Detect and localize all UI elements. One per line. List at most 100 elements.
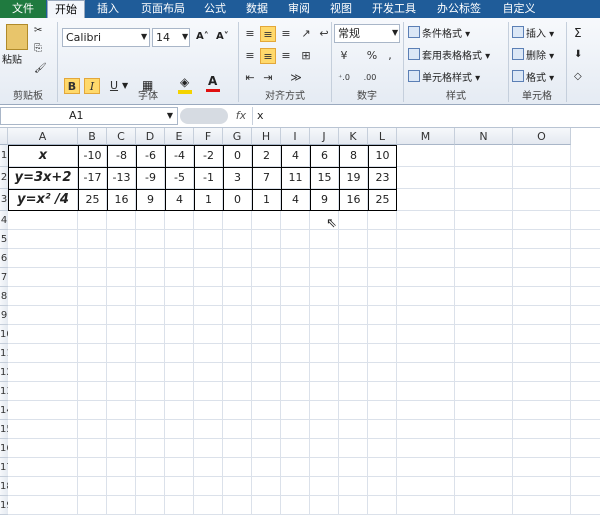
table-cell[interactable]: -5 bbox=[165, 167, 194, 189]
font-color-icon[interactable]: A bbox=[208, 74, 217, 88]
row-header[interactable]: 13 bbox=[0, 382, 8, 401]
row-header[interactable]: 15 bbox=[0, 420, 8, 439]
row-label-cell[interactable]: x bbox=[8, 145, 78, 167]
comma-button[interactable]: , bbox=[382, 48, 398, 64]
column-header[interactable]: N bbox=[455, 128, 513, 145]
table-cell[interactable]: -17 bbox=[78, 167, 107, 189]
chevron-down-icon[interactable]: ▼ bbox=[182, 30, 188, 44]
number-format-select[interactable]: 常规 bbox=[334, 24, 400, 43]
table-cell[interactable]: 0 bbox=[223, 145, 252, 167]
align-right-icon[interactable]: ≡ bbox=[278, 48, 294, 64]
tab-home[interactable]: 开始 bbox=[47, 0, 85, 20]
cut-icon[interactable]: ✂ bbox=[34, 24, 42, 38]
row-header[interactable]: 11 bbox=[0, 344, 8, 363]
currency-icon[interactable]: ¥ bbox=[336, 48, 352, 64]
chevron-down-icon[interactable]: ▼ bbox=[167, 108, 173, 124]
format-cells-button[interactable]: 格式 ▾ bbox=[512, 70, 554, 86]
tab-insert[interactable]: 插入 bbox=[88, 0, 128, 18]
table-cell[interactable]: 4 bbox=[165, 189, 194, 211]
row-header[interactable]: 2 bbox=[0, 167, 8, 189]
tab-file[interactable]: 文件 bbox=[0, 0, 46, 18]
table-cell[interactable]: 1 bbox=[194, 189, 223, 211]
align-center-icon[interactable]: ≡ bbox=[260, 48, 276, 64]
row-header[interactable]: 3 bbox=[0, 189, 8, 211]
tab-review[interactable]: 审阅 bbox=[280, 0, 318, 18]
tab-customize[interactable]: 自定义 bbox=[494, 0, 544, 18]
table-cell[interactable]: -1 bbox=[194, 167, 223, 189]
table-cell[interactable]: -2 bbox=[194, 145, 223, 167]
column-header[interactable]: E bbox=[165, 128, 194, 145]
table-cell[interactable]: 23 bbox=[368, 167, 397, 189]
fill-bucket-icon[interactable]: ◈ bbox=[180, 75, 189, 89]
table-cell[interactable]: 3 bbox=[223, 167, 252, 189]
table-cell[interactable]: -8 bbox=[107, 145, 136, 167]
table-cell[interactable]: 11 bbox=[281, 167, 310, 189]
increase-decimal-icon[interactable]: ⁺.0 bbox=[336, 70, 352, 86]
column-header[interactable]: A bbox=[8, 128, 78, 145]
fill-down-icon[interactable]: ⬇ bbox=[574, 48, 582, 62]
table-cell[interactable]: 16 bbox=[339, 189, 368, 211]
table-cell[interactable]: -10 bbox=[78, 145, 107, 167]
column-header[interactable]: J bbox=[310, 128, 339, 145]
table-cell[interactable]: 10 bbox=[368, 145, 397, 167]
column-header[interactable]: D bbox=[136, 128, 165, 145]
row-header[interactable]: 18 bbox=[0, 477, 8, 496]
name-box[interactable]: A1 ▼ bbox=[0, 107, 178, 125]
column-header[interactable]: H bbox=[252, 128, 281, 145]
merge-center-icon[interactable]: ⊞ bbox=[298, 48, 314, 64]
row-header[interactable]: 1 bbox=[0, 145, 8, 167]
increase-indent-icon[interactable]: ⇥ bbox=[260, 70, 276, 86]
clear-icon[interactable]: ◇ bbox=[574, 70, 582, 84]
tab-developer[interactable]: 开发工具 bbox=[364, 0, 424, 18]
row-header[interactable]: 16 bbox=[0, 439, 8, 458]
row-label-cell[interactable]: y=x² /4 bbox=[8, 189, 78, 211]
column-header[interactable]: F bbox=[194, 128, 223, 145]
table-cell[interactable]: 4 bbox=[281, 145, 310, 167]
table-cell[interactable]: 7 bbox=[252, 167, 281, 189]
row-header[interactable]: 17 bbox=[0, 458, 8, 477]
column-header[interactable]: M bbox=[397, 128, 455, 145]
column-header[interactable]: O bbox=[513, 128, 571, 145]
table-cell[interactable]: -9 bbox=[136, 167, 165, 189]
row-label-cell[interactable]: y=3x+2 bbox=[8, 167, 78, 189]
text-direction-icon[interactable]: ≫ bbox=[288, 70, 304, 86]
table-cell[interactable]: 0 bbox=[223, 189, 252, 211]
row-header[interactable]: 4 bbox=[0, 211, 8, 230]
decrease-indent-icon[interactable]: ⇤ bbox=[242, 70, 258, 86]
tab-view[interactable]: 视图 bbox=[322, 0, 360, 18]
increase-font-icon[interactable]: A˄ bbox=[196, 30, 209, 44]
column-header[interactable]: B bbox=[78, 128, 107, 145]
table-cell[interactable]: 25 bbox=[78, 189, 107, 211]
insert-function-button[interactable]: fx bbox=[232, 107, 250, 125]
row-header[interactable]: 12 bbox=[0, 363, 8, 382]
tab-formulas[interactable]: 公式 bbox=[196, 0, 234, 18]
table-cell[interactable]: 25 bbox=[368, 189, 397, 211]
table-cell[interactable]: 15 bbox=[310, 167, 339, 189]
copy-icon[interactable]: ⎘ bbox=[34, 42, 42, 56]
formula-input[interactable]: x bbox=[252, 107, 600, 125]
table-cell[interactable]: 8 bbox=[339, 145, 368, 167]
align-left-icon[interactable]: ≡ bbox=[242, 48, 258, 64]
row-header[interactable]: 19 bbox=[0, 496, 8, 515]
align-top-icon[interactable]: ≡ bbox=[242, 26, 258, 42]
table-cell[interactable]: 9 bbox=[136, 189, 165, 211]
table-cell[interactable]: 16 bbox=[107, 189, 136, 211]
column-header[interactable]: L bbox=[368, 128, 397, 145]
table-cell[interactable]: 4 bbox=[281, 189, 310, 211]
decrease-decimal-icon[interactable]: .00 bbox=[362, 70, 378, 86]
table-cell[interactable]: -4 bbox=[165, 145, 194, 167]
tab-office-tabs[interactable]: 办公标签 bbox=[428, 0, 490, 18]
table-cell[interactable]: 19 bbox=[339, 167, 368, 189]
row-header[interactable]: 14 bbox=[0, 401, 8, 420]
table-cell[interactable]: 9 bbox=[310, 189, 339, 211]
format-painter-icon[interactable]: 🖌 bbox=[34, 62, 47, 76]
table-cell[interactable]: -6 bbox=[136, 145, 165, 167]
chevron-down-icon[interactable]: ▼ bbox=[392, 26, 398, 40]
font-name-select[interactable]: Calibri bbox=[62, 28, 150, 47]
align-middle-icon[interactable]: ≡ bbox=[260, 26, 276, 42]
autosum-button[interactable]: Σ bbox=[574, 26, 582, 40]
table-cell[interactable]: 2 bbox=[252, 145, 281, 167]
column-header[interactable]: C bbox=[107, 128, 136, 145]
column-header[interactable]: I bbox=[281, 128, 310, 145]
table-cell[interactable]: 1 bbox=[252, 189, 281, 211]
